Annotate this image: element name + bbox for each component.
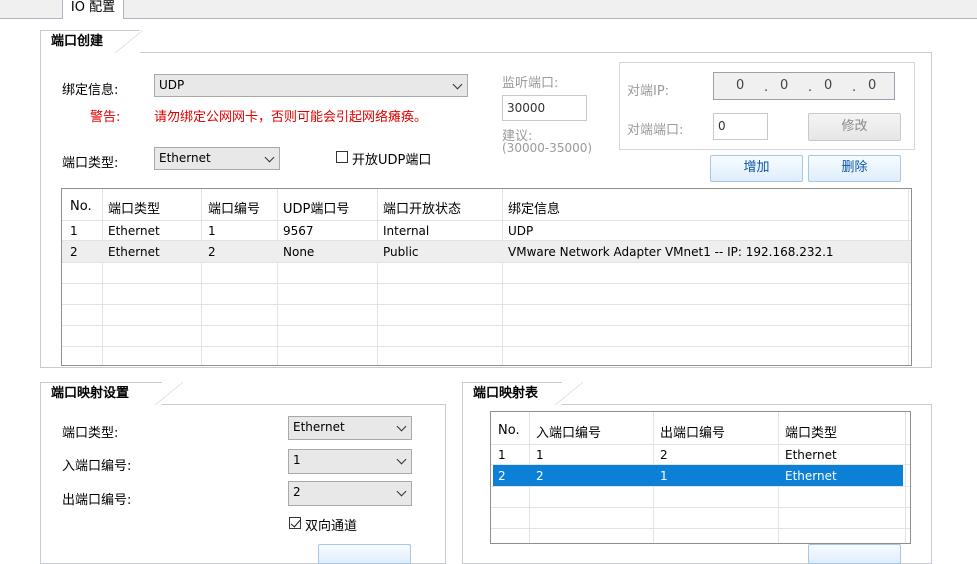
column-header[interactable]: UDP端口号 (283, 198, 349, 217)
ip-octet-2: 0 (780, 78, 789, 93)
mapping-table-tab-slope (555, 382, 583, 405)
warning-label: 警告: (90, 110, 121, 125)
table-cell: 2 (70, 245, 78, 259)
column-header[interactable]: 端口编号 (208, 198, 260, 217)
tab-io-config[interactable]: IO 配置 (62, 0, 124, 19)
in-port-value: 1 (293, 453, 301, 467)
table-cell: 9567 (283, 224, 314, 238)
table-cell: 2 (498, 469, 506, 483)
warning-text: 请勿绑定公网网卡，否则可能会引起网络瘫痪。 (154, 110, 428, 125)
table-cell: 2 (536, 469, 544, 483)
add-button[interactable]: 增加 (710, 155, 803, 182)
table-cell: Ethernet (785, 448, 837, 462)
open-udp-checkbox[interactable] (336, 151, 348, 163)
column-header[interactable]: 出端口编号 (660, 422, 725, 441)
out-port-label: 出端口编号: (62, 493, 132, 508)
table-cell: 2 (208, 245, 216, 259)
table-cell: 1 (498, 448, 506, 462)
port-type-select[interactable]: Ethernet (154, 147, 280, 170)
map-port-type-select[interactable]: Ethernet (288, 416, 412, 440)
out-port-select[interactable]: 2 (288, 481, 412, 506)
bidirectional-label: 双向通道 (305, 519, 358, 534)
column-header[interactable]: 绑定信息 (508, 198, 560, 217)
table-cell: Public (383, 245, 419, 259)
out-port-value: 2 (293, 485, 301, 499)
table-cell: 1 (70, 224, 78, 238)
chevron-down-icon (396, 421, 407, 432)
table-cell: 1 (208, 224, 216, 238)
column-header[interactable]: 端口类型 (108, 198, 160, 217)
table-cell: Internal (383, 224, 430, 238)
ip-octet-4: 0 (868, 78, 877, 93)
table-cell: Ethernet (108, 245, 160, 259)
in-port-label: 入端口编号: (62, 459, 132, 474)
mapping-table-tab: 端口映射表 (462, 382, 562, 405)
ip-dot: . (764, 80, 769, 95)
peer-port-input[interactable]: 0 (713, 113, 768, 140)
peer-port-label: 对端端口: (627, 123, 684, 138)
listen-port-label: 监听端口: (502, 76, 559, 91)
column-header[interactable]: No. (498, 423, 520, 438)
table-cell: None (283, 245, 315, 259)
mapping-settings-tab: 端口映射设置 (40, 382, 162, 405)
table-cell: Ethernet (108, 224, 160, 238)
table-row-selected[interactable] (493, 465, 903, 486)
bidirectional-checkbox[interactable] (289, 517, 301, 529)
chevron-down-icon (264, 152, 275, 163)
peer-ip-input[interactable]: 0 . 0 . 0 . 0 (713, 72, 895, 100)
table-cell: VMware Network Adapter VMnet1 -- IP: 192… (508, 245, 834, 259)
suggest-range: (30000-35000) (502, 141, 593, 155)
chevron-down-icon (396, 454, 407, 465)
column-header[interactable]: 端口开放状态 (383, 198, 461, 217)
bind-info-value: UDP (159, 78, 185, 92)
map-port-type-label: 端口类型: (62, 426, 119, 441)
table-cell: UDP (508, 224, 534, 238)
port-creation-tab-slope (115, 30, 143, 53)
table-cell: 1 (536, 448, 544, 462)
delete-button[interactable]: 删除 (808, 155, 901, 182)
ip-dot: . (852, 80, 857, 95)
in-port-select[interactable]: 1 (288, 449, 412, 474)
chevron-down-icon (452, 79, 463, 90)
mapping-table[interactable]: No. 入端口编号 出端口编号 端口类型 1 1 2 Ethernet 2 2 … (490, 411, 911, 544)
ip-octet-3: 0 (824, 78, 833, 93)
bind-info-select[interactable]: UDP (154, 74, 468, 97)
mapping-delete-button[interactable] (808, 544, 901, 564)
modify-button[interactable]: 修改 (808, 113, 901, 141)
chevron-down-icon (396, 486, 407, 497)
mapping-table-title: 端口映射表 (469, 383, 539, 405)
port-type-label: 端口类型: (62, 156, 119, 171)
mapping-settings-tab-slope (155, 382, 183, 405)
column-header[interactable]: No. (70, 199, 92, 214)
check-icon (290, 517, 301, 528)
port-creation-title: 端口创建 (47, 31, 104, 53)
port-type-value: Ethernet (159, 151, 211, 165)
port-table[interactable]: No. 端口类型 端口编号 UDP端口号 端口开放状态 绑定信息 1 Ether… (61, 188, 912, 366)
ip-dot: . (808, 80, 813, 95)
table-cell: 1 (660, 469, 668, 483)
listen-port-input[interactable]: 30000 (502, 95, 587, 121)
column-header[interactable]: 端口类型 (785, 422, 837, 441)
open-udp-label: 开放UDP端口 (352, 153, 432, 168)
table-cell: 2 (660, 448, 668, 462)
table-cell: Ethernet (785, 469, 837, 483)
map-port-type-value: Ethernet (293, 420, 345, 434)
mapping-add-button[interactable] (318, 544, 411, 564)
ip-octet-1: 0 (736, 78, 745, 93)
column-header[interactable]: 入端口编号 (536, 422, 601, 441)
mapping-settings-title: 端口映射设置 (47, 383, 130, 405)
bind-info-label: 绑定信息: (62, 83, 119, 98)
top-tab-strip (0, 0, 977, 19)
peer-ip-label: 对端IP: (627, 84, 670, 99)
